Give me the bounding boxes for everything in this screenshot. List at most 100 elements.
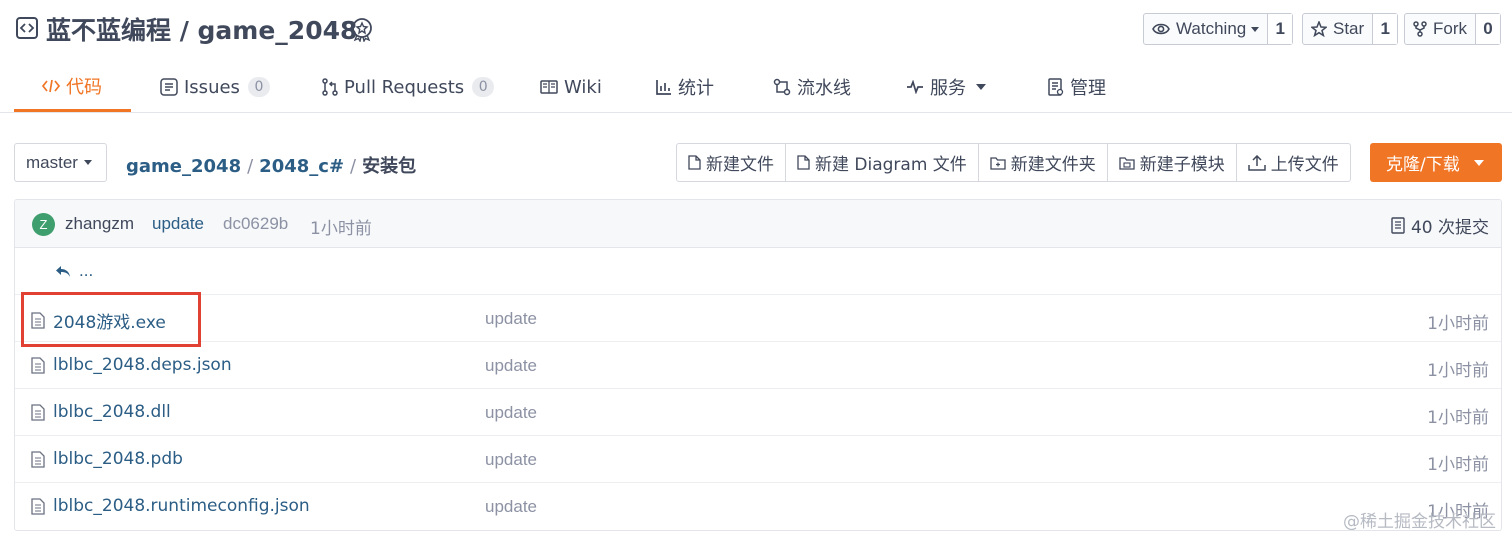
fork-count[interactable]: 0 xyxy=(1476,14,1500,44)
commit-message[interactable]: update xyxy=(152,214,204,234)
tab-issues[interactable]: Issues 0 xyxy=(160,62,270,112)
commit-time: 1小时前 xyxy=(310,219,372,239)
new-diagram-label: 新建 Diagram 文件 xyxy=(815,155,967,175)
file-text-icon xyxy=(31,403,45,421)
file-text-icon xyxy=(31,356,45,374)
tab-service[interactable]: 服务 xyxy=(906,62,986,112)
tab-stats[interactable]: 统计 xyxy=(656,62,714,112)
watermark: @稀土掘金技术社区 xyxy=(1343,512,1496,532)
star-button[interactable]: Star xyxy=(1303,14,1374,44)
pipeline-icon xyxy=(773,78,791,96)
new-folder-label: 新建文件夹 xyxy=(1010,155,1096,175)
file-icon xyxy=(797,155,810,170)
file-commit-time: 1小时前 xyxy=(1427,314,1489,334)
branch-name: master xyxy=(26,152,78,172)
file-link[interactable]: 2048游戏.exe xyxy=(31,308,166,333)
service-icon xyxy=(907,80,923,94)
new-folder-button[interactable]: 新建文件夹 xyxy=(979,144,1108,181)
issues-count-badge: 0 xyxy=(247,77,270,97)
repo-tabs: 代码 Issues 0 Pull Requests 0 Wiki 统计 流水线 … xyxy=(0,62,1512,113)
tab-label: 服务 xyxy=(930,78,966,99)
file-link[interactable]: lblbc_2048.deps.json xyxy=(31,355,232,375)
file-commit-time: 1小时前 xyxy=(1427,455,1489,475)
file-link[interactable]: lblbc_2048.runtimeconfig.json xyxy=(31,496,310,516)
recommend-badge-icon[interactable] xyxy=(349,16,375,42)
upload-icon xyxy=(1248,154,1266,171)
repo-title[interactable]: 蓝不蓝编程 / game_2048 xyxy=(46,11,357,47)
star-label: Star xyxy=(1333,19,1365,38)
avatar[interactable]: Z xyxy=(32,213,55,236)
tab-wiki[interactable]: Wiki xyxy=(540,62,602,112)
star-button-group[interactable]: Star 1 xyxy=(1302,13,1399,45)
new-submodule-label: 新建子模块 xyxy=(1139,155,1225,175)
breadcrumb-current: 安装包 xyxy=(362,156,417,177)
watching-button-group[interactable]: Watching 1 xyxy=(1143,13,1294,45)
file-name: 2048游戏.exe xyxy=(53,313,166,333)
table-row[interactable]: lblbc_2048.pdb update 1小时前 xyxy=(15,436,1501,483)
file-commit-message[interactable]: update xyxy=(485,309,537,329)
tab-manage[interactable]: 管理 xyxy=(1048,62,1106,112)
stats-icon xyxy=(656,80,671,95)
file-commit-message[interactable]: update xyxy=(485,403,537,423)
breadcrumb-folder[interactable]: 2048_c# xyxy=(259,156,344,177)
new-diagram-button[interactable]: 新建 Diagram 文件 xyxy=(786,144,979,181)
fork-button-group[interactable]: Fork 0 xyxy=(1404,13,1501,45)
tab-pipeline[interactable]: 流水线 xyxy=(773,62,851,112)
tab-label: Pull Requests xyxy=(344,76,465,98)
new-file-button[interactable]: 新建文件 xyxy=(677,144,786,181)
file-commit-message[interactable]: update xyxy=(485,450,537,470)
file-text-icon xyxy=(31,312,45,329)
manage-icon xyxy=(1048,78,1064,96)
file-commit-message[interactable]: update xyxy=(485,356,537,376)
new-submodule-button[interactable]: 新建子模块 xyxy=(1108,144,1237,181)
watching-label: Watching xyxy=(1176,19,1247,38)
chevron-down-icon xyxy=(976,84,986,90)
chevron-down-icon xyxy=(83,160,92,165)
table-row[interactable]: lblbc_2048.dll update 1小时前 xyxy=(15,389,1501,436)
fork-button[interactable]: Fork xyxy=(1405,14,1476,44)
repo-header: 蓝不蓝编程 / game_2048 Watching 1 Star 1 Fork… xyxy=(0,0,1512,58)
file-commit-time: 1小时前 xyxy=(1427,361,1489,381)
parent-directory-label: ... xyxy=(79,261,94,280)
file-link[interactable]: lblbc_2048.dll xyxy=(31,402,171,422)
commit-author[interactable]: zhangzm xyxy=(65,214,134,234)
upload-file-button[interactable]: 上传文件 xyxy=(1237,144,1350,181)
file-name: lblbc_2048.pdb xyxy=(53,449,183,469)
repo-code-icon xyxy=(16,17,38,39)
table-row[interactable]: 2048游戏.exe update 1小时前 xyxy=(15,295,1501,342)
file-actions: 新建文件 新建 Diagram 文件 新建文件夹 新建子模块 上传文件 xyxy=(676,143,1351,182)
tab-code[interactable]: 代码 xyxy=(14,62,131,112)
breadcrumb-repo[interactable]: game_2048 xyxy=(126,156,241,177)
upload-file-label: 上传文件 xyxy=(1270,155,1339,175)
file-commit-message[interactable]: update xyxy=(485,497,537,517)
reply-arrow-icon xyxy=(56,265,70,277)
new-file-label: 新建文件 xyxy=(706,155,774,175)
table-row[interactable]: lblbc_2048.deps.json update 1小时前 xyxy=(15,342,1501,389)
file-link[interactable]: lblbc_2048.pdb xyxy=(31,449,183,469)
chevron-down-icon xyxy=(1251,26,1260,32)
clone-download-button[interactable]: 克隆/下载 xyxy=(1370,143,1502,182)
file-name: lblbc_2048.deps.json xyxy=(53,355,232,375)
tab-label: 代码 xyxy=(66,76,102,98)
tab-label: 管理 xyxy=(1070,78,1106,99)
file-text-icon xyxy=(31,450,45,468)
parent-directory-link[interactable]: ... xyxy=(55,261,93,281)
folder-plus-icon xyxy=(990,156,1006,170)
breadcrumb-separator: / xyxy=(350,156,357,177)
pull-requests-count-badge: 0 xyxy=(472,77,495,97)
commit-hash[interactable]: dc0629b xyxy=(223,214,288,234)
watching-button[interactable]: Watching xyxy=(1144,14,1269,44)
submodule-icon xyxy=(1119,156,1135,170)
commit-count-label: 40 次提交 xyxy=(1410,218,1489,238)
wiki-icon xyxy=(540,80,558,94)
commit-count-link[interactable]: 40 次提交 xyxy=(1391,213,1489,238)
tab-pull-requests[interactable]: Pull Requests 0 xyxy=(322,62,495,112)
file-icon xyxy=(688,155,701,170)
branch-select[interactable]: master xyxy=(14,143,107,182)
file-text-icon xyxy=(31,497,45,515)
star-icon xyxy=(1311,21,1327,37)
watching-count[interactable]: 1 xyxy=(1268,14,1293,44)
parent-directory-row[interactable]: ... xyxy=(15,248,1501,295)
table-row[interactable]: lblbc_2048.runtimeconfig.json update 1小时… xyxy=(15,483,1501,530)
star-count[interactable]: 1 xyxy=(1373,14,1398,44)
